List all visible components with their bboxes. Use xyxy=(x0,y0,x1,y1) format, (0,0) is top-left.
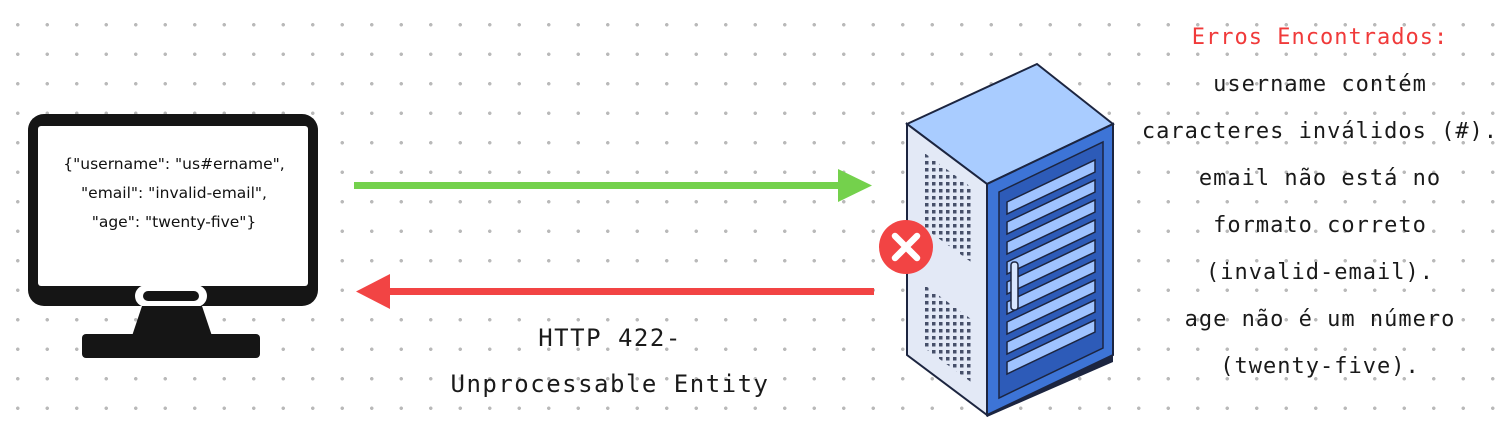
payload-line: "age": "twenty-five"} xyxy=(91,213,257,231)
request-payload: {"username": "us#ername", "email": "inva… xyxy=(40,150,308,237)
errors-title: Erros Encontrados: xyxy=(1191,25,1449,50)
error-line: age não é um número xyxy=(1184,307,1456,332)
arrows xyxy=(354,169,874,309)
error-line: formato correto xyxy=(1213,213,1427,238)
error-x-icon xyxy=(879,220,933,274)
error-line: username contém xyxy=(1213,72,1427,97)
error-line: (invalid-email). xyxy=(1206,260,1434,285)
error-line: (twenty-five). xyxy=(1220,354,1420,379)
payload-line: "email": "invalid-email", xyxy=(81,184,267,202)
error-list: Erros Encontrados: username contém carac… xyxy=(1140,14,1500,390)
response-status: HTTP 422- Unprocessable Entity xyxy=(430,315,790,407)
error-line: email não está no xyxy=(1198,166,1442,191)
payload-line: {"username": "us#ername", xyxy=(63,155,285,173)
error-line: caracteres inválidos (#). xyxy=(1141,119,1499,144)
status-line: HTTP 422- xyxy=(538,324,682,352)
request-arrow xyxy=(354,169,872,202)
response-arrow xyxy=(356,274,874,309)
status-line: Unprocessable Entity xyxy=(450,370,770,398)
